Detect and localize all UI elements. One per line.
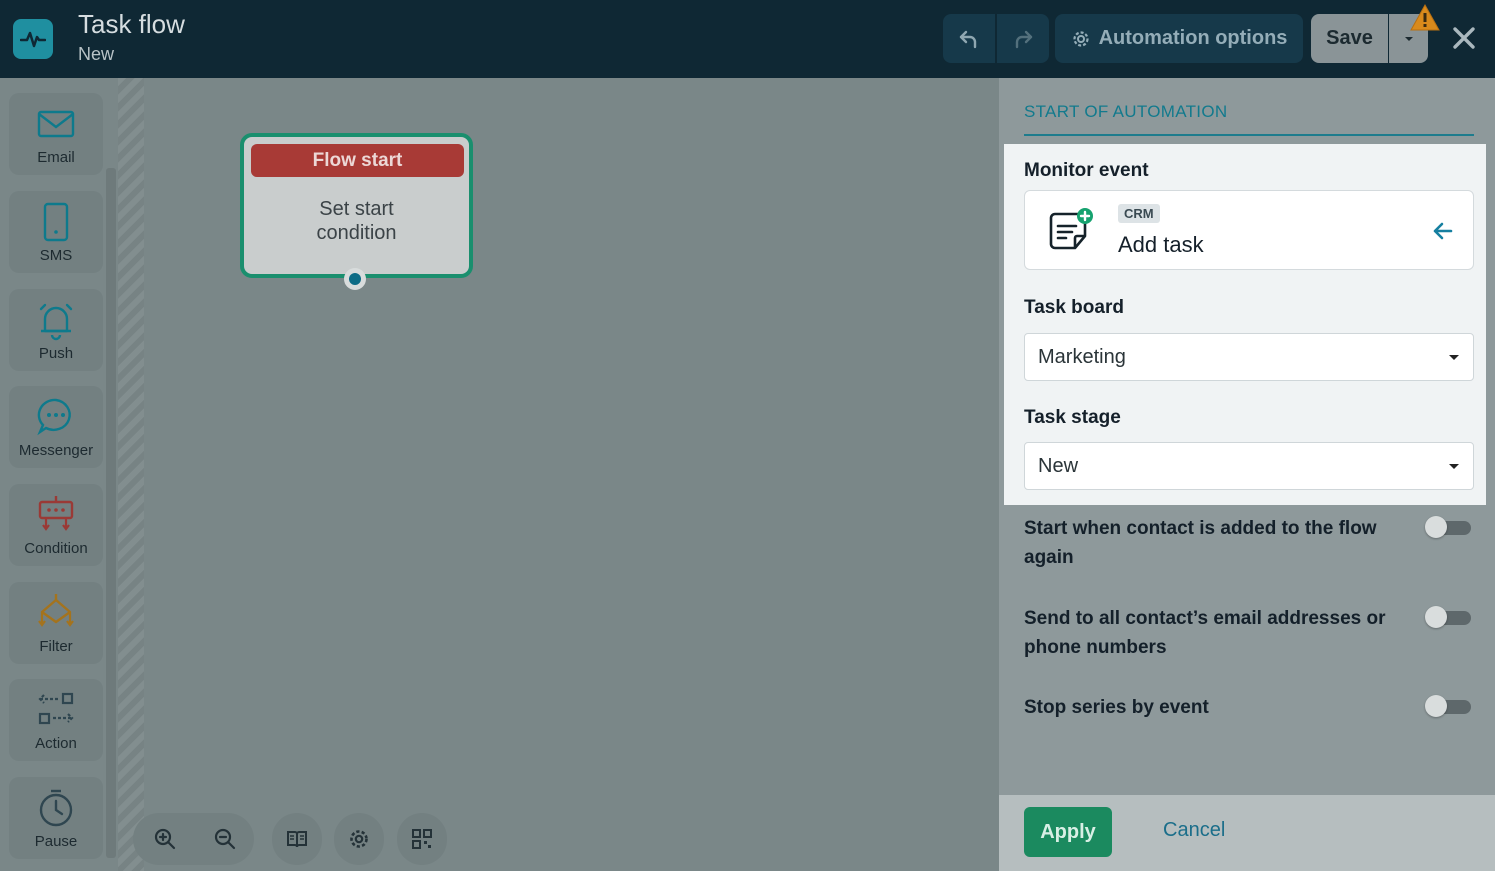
option-restart-toggle[interactable] — [1425, 516, 1473, 538]
book-icon — [287, 831, 307, 848]
settings-panel: START OF AUTOMATION Monitor event CRM Ad… — [999, 78, 1495, 871]
palette-item-label: Messenger — [18, 442, 94, 459]
option-send-all-label: Send to all contact’s email addresses or… — [1024, 608, 1386, 658]
palette-item-label: Filter — [39, 638, 73, 655]
gear-icon — [350, 830, 368, 848]
palette-item-filter[interactable]: Filter — [9, 582, 103, 664]
automation-options-label: Automation options — [1098, 27, 1288, 49]
task-board-value: Marketing — [1038, 346, 1126, 368]
undo-icon — [959, 30, 977, 48]
node-description-line: condition — [316, 222, 397, 244]
page-subtitle: New — [78, 44, 115, 64]
palette-item-label: Condition — [24, 540, 88, 557]
option-restart-label: Start when contact is added to the flow … — [1024, 518, 1377, 568]
event-name: Add task — [1118, 232, 1204, 257]
redo-icon — [1015, 30, 1033, 48]
palette-item-label: Action — [35, 735, 77, 752]
redo-button[interactable] — [997, 14, 1049, 63]
monitor-event-card[interactable]: CRM Add task — [1024, 190, 1474, 270]
action-icon — [38, 692, 74, 725]
canvas-settings-button[interactable] — [334, 813, 384, 865]
undo-button[interactable] — [943, 14, 995, 63]
zoom-out-icon — [214, 828, 236, 850]
palette-item-email[interactable]: Email — [9, 93, 103, 175]
filter-icon — [38, 594, 74, 627]
palette-item-label: Push — [38, 345, 74, 362]
pulse-icon — [20, 31, 46, 48]
monitor-event-label: Monitor event — [1024, 160, 1149, 181]
zoom-in-button[interactable] — [140, 813, 190, 865]
minimap-button[interactable] — [397, 813, 447, 865]
task-board-select[interactable]: Marketing — [1024, 333, 1474, 381]
palette-item-sms[interactable]: SMS — [9, 191, 103, 273]
task-stage-value: New — [1038, 455, 1079, 477]
push-icon — [39, 303, 73, 341]
zoom-in-icon — [154, 828, 176, 850]
apply-button[interactable]: Apply — [1024, 807, 1112, 857]
gear-icon — [1072, 30, 1089, 47]
caret-down-icon — [1449, 355, 1459, 360]
caret-down-icon — [1449, 464, 1459, 469]
close-button[interactable] — [1448, 22, 1480, 54]
panel-footer: Apply Cancel — [999, 795, 1495, 871]
panel-title-divider — [1024, 134, 1474, 136]
pause-icon — [39, 789, 73, 827]
app-logo[interactable] — [13, 19, 53, 59]
option-stop-series-label: Stop series by event — [1024, 697, 1209, 718]
palette-scrollbar[interactable] — [106, 168, 116, 858]
option-stop-series-toggle[interactable] — [1425, 695, 1473, 717]
automation-options-button[interactable]: Automation options — [1055, 14, 1303, 63]
sms-icon — [43, 202, 69, 242]
palette-item-messenger[interactable]: Messenger — [9, 386, 103, 468]
chevron-down-icon — [1404, 36, 1413, 41]
page-title: Task flow — [78, 9, 185, 39]
save-button[interactable]: Save — [1311, 14, 1388, 63]
messenger-icon — [37, 398, 71, 436]
panel-title: START OF AUTOMATION — [1024, 102, 1228, 121]
palette-item-pause[interactable]: Pause — [9, 777, 103, 859]
email-icon — [37, 110, 75, 138]
task-board-label: Task board — [1024, 297, 1124, 318]
option-send-all-toggle[interactable] — [1425, 606, 1473, 628]
task-stage-label: Task stage — [1024, 407, 1121, 428]
flow-start-node[interactable]: Flow start Set start condition — [240, 133, 473, 290]
top-bar: Task flow New Automation options Save — [0, 0, 1495, 78]
qr-grid-icon — [412, 829, 432, 849]
palette-item-condition[interactable]: Condition — [9, 484, 103, 566]
cancel-button[interactable]: Cancel — [1163, 819, 1225, 842]
palette-item-label: Email — [37, 149, 75, 166]
palette-item-label: SMS — [39, 247, 73, 264]
add-task-icon — [1049, 208, 1093, 250]
palette-item-label: Pause — [34, 833, 78, 850]
task-stage-select[interactable]: New — [1024, 442, 1474, 490]
node-description-line: Set start — [319, 198, 394, 220]
palette-divider — [118, 78, 144, 871]
zoom-out-button[interactable] — [200, 813, 250, 865]
node-output-port[interactable] — [344, 268, 366, 290]
close-icon — [1453, 27, 1475, 49]
palette-item-action[interactable]: Action — [9, 679, 103, 761]
arrow-left-icon[interactable] — [1429, 219, 1457, 243]
condition-icon — [38, 496, 74, 531]
block-palette: Email SMS Push Messenger Condition Filte… — [0, 78, 118, 871]
node-title: Flow start — [251, 144, 464, 177]
event-source-badge: CRM — [1118, 204, 1160, 223]
node-description: Set start condition — [244, 197, 469, 245]
warning-icon[interactable] — [1409, 3, 1441, 33]
palette-item-push[interactable]: Push — [9, 289, 103, 371]
guide-button[interactable] — [272, 813, 322, 865]
